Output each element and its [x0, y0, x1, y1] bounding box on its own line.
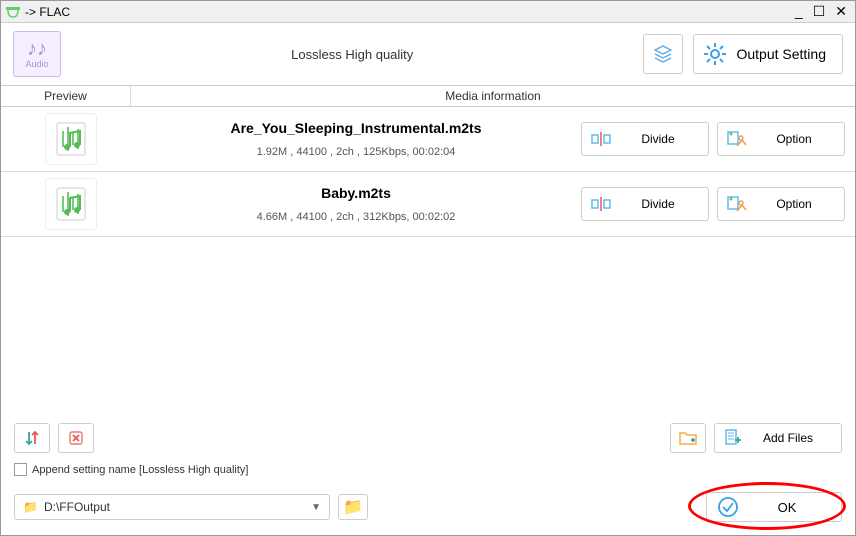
folder-icon: 📁 — [343, 497, 363, 517]
file-preview-cell — [11, 113, 131, 165]
audio-file-icon — [45, 178, 97, 230]
toolbar: ♪♪ Audio Lossless High quality Output Se… — [1, 23, 855, 85]
audio-format-badge[interactable]: ♪♪ Audio — [13, 31, 61, 77]
audio-badge-label: Audio — [25, 59, 48, 69]
file-plus-icon — [723, 428, 743, 449]
remove-icon — [67, 429, 85, 447]
preset-layers-button[interactable] — [643, 34, 683, 74]
layers-icon — [653, 44, 673, 64]
ok-button[interactable]: OK — [706, 492, 842, 522]
column-media-info: Media information — [131, 86, 855, 106]
folder-icon: 📁 — [23, 500, 38, 514]
gear-icon — [702, 41, 728, 67]
file-name: Baby.m2ts — [131, 185, 581, 201]
browse-folder-button[interactable]: 📁 — [338, 494, 368, 520]
output-path-dropdown[interactable]: 📁 D:\FFOutput ▼ — [14, 494, 330, 520]
remove-button[interactable] — [58, 423, 94, 453]
option-label: Option — [758, 132, 830, 146]
titlebar: -> FLAC _ ☐ ✕ — [1, 1, 855, 23]
sort-button[interactable] — [14, 423, 50, 453]
music-note-icon: ♪♪ — [27, 39, 47, 59]
file-info-cell: Are_You_Sleeping_Instrumental.m2ts 1.92M… — [131, 120, 581, 158]
file-info-cell: Baby.m2ts 4.66M , 44100 , 2ch , 312Kbps,… — [131, 185, 581, 223]
option-label: Option — [758, 197, 830, 211]
sort-icon — [23, 429, 41, 447]
divide-button[interactable]: Divide — [581, 122, 709, 156]
column-preview: Preview — [1, 86, 131, 106]
audio-file-icon — [45, 113, 97, 165]
bottom-panel: Add Files Append setting name [Lossless … — [0, 413, 856, 536]
maximize-button[interactable]: ☐ — [813, 3, 826, 20]
option-button[interactable]: Option — [717, 122, 845, 156]
table-row[interactable]: Baby.m2ts 4.66M , 44100 , 2ch , 312Kbps,… — [1, 172, 855, 237]
output-path-value: D:\FFOutput — [44, 500, 110, 514]
add-folder-button[interactable] — [670, 423, 706, 453]
append-setting-label: Append setting name [Lossless High quali… — [32, 464, 248, 476]
option-icon — [726, 195, 748, 213]
file-preview-cell — [11, 178, 131, 230]
append-setting-checkbox[interactable] — [14, 463, 27, 476]
divide-icon — [590, 195, 612, 213]
file-details: 1.92M , 44100 , 2ch , 125Kbps, 00:02:04 — [131, 146, 581, 158]
option-icon — [726, 130, 748, 148]
add-files-label: Add Files — [753, 431, 823, 445]
close-button[interactable]: ✕ — [835, 3, 847, 20]
chevron-down-icon: ▼ — [311, 502, 321, 513]
folder-plus-icon — [678, 429, 698, 447]
table-row[interactable]: Are_You_Sleeping_Instrumental.m2ts 1.92M… — [1, 107, 855, 172]
ok-label: OK — [753, 500, 821, 515]
option-button[interactable]: Option — [717, 187, 845, 221]
app-icon — [5, 4, 21, 20]
add-files-button[interactable]: Add Files — [714, 423, 842, 453]
output-setting-button[interactable]: Output Setting — [693, 34, 843, 74]
divide-icon — [590, 130, 612, 148]
minimize-button[interactable]: _ — [795, 3, 803, 20]
table-header: Preview Media information — [1, 85, 855, 107]
divide-label: Divide — [622, 197, 694, 211]
file-name: Are_You_Sleeping_Instrumental.m2ts — [131, 120, 581, 136]
quality-label: Lossless High quality — [71, 47, 633, 62]
divide-label: Divide — [622, 132, 694, 146]
check-circle-icon — [717, 496, 739, 518]
output-setting-label: Output Setting — [736, 46, 826, 62]
divide-button[interactable]: Divide — [581, 187, 709, 221]
window-title: -> FLAC — [25, 5, 795, 19]
file-details: 4.66M , 44100 , 2ch , 312Kbps, 00:02:02 — [131, 211, 581, 223]
